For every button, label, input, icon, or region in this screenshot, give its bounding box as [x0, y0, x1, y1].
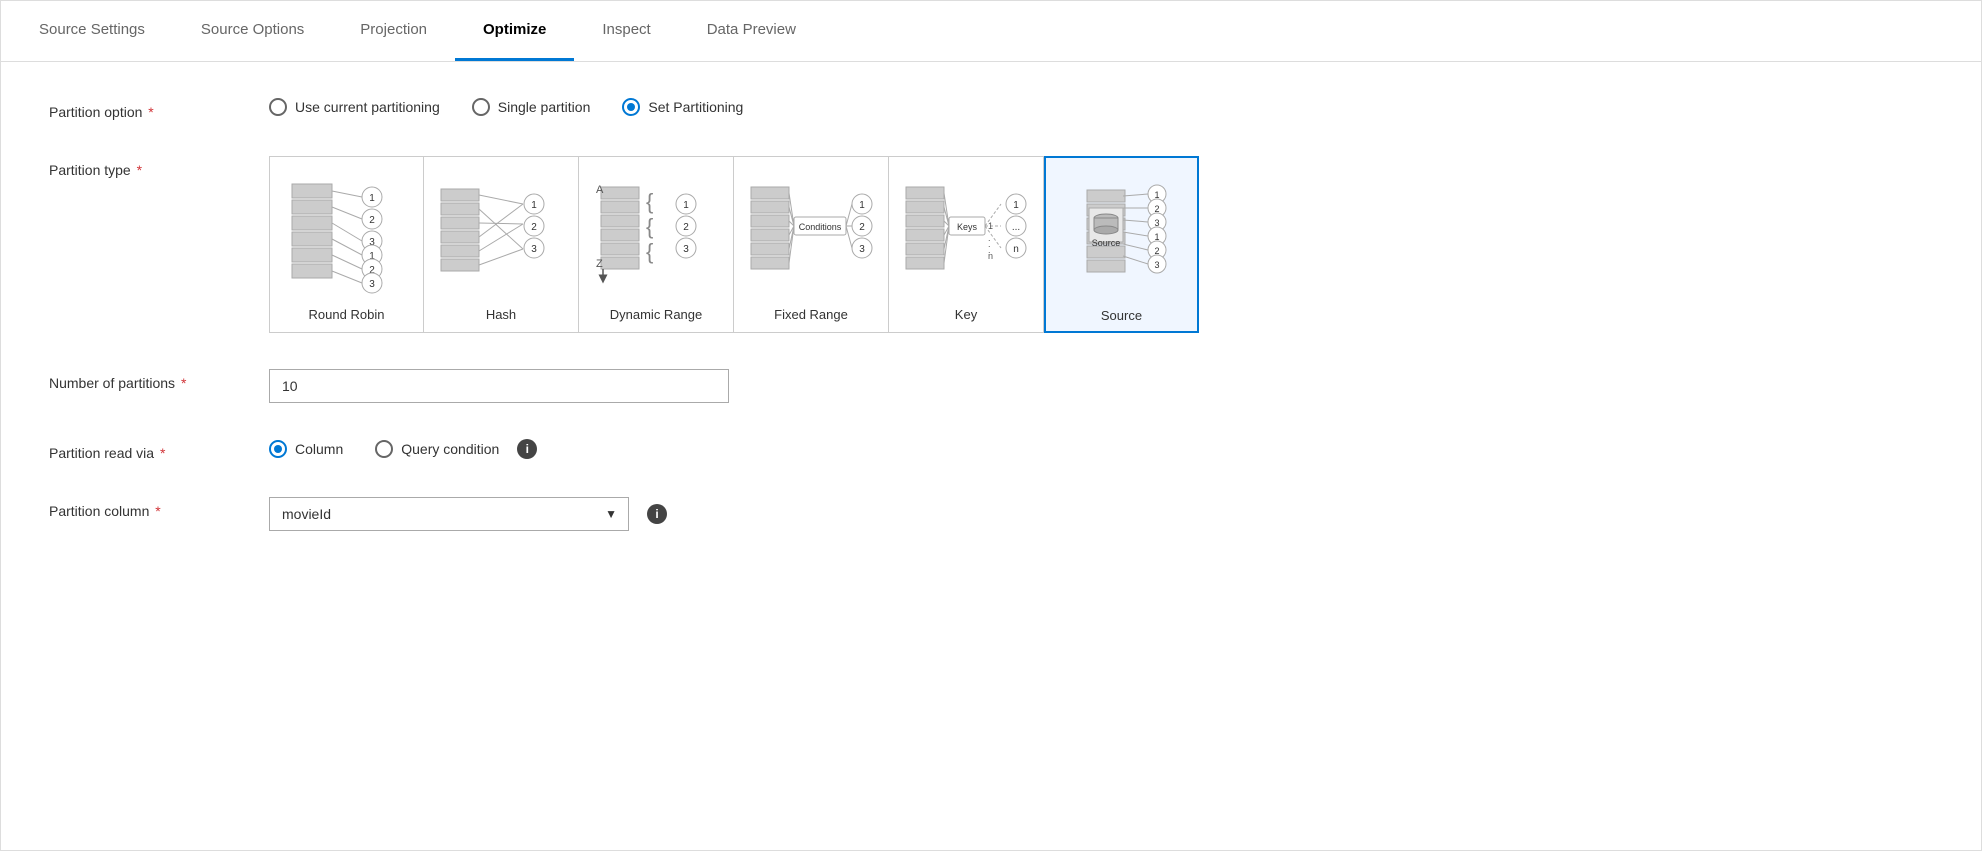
partition-column-info-icon[interactable]: i [647, 504, 667, 524]
hash-diagram: 1 2 3 [436, 169, 566, 299]
svg-text:{: { [646, 214, 653, 239]
key-diagram: Keys 1 . [901, 169, 1031, 299]
partition-type-group: 1 2 3 1 2 3 [269, 156, 1199, 333]
tab-projection[interactable]: Projection [332, 1, 455, 61]
svg-text:{: { [646, 189, 653, 214]
radio-query-condition[interactable] [375, 440, 393, 458]
partition-read-via-controls: Column Query condition i [269, 439, 537, 459]
partition-card-fixed-range[interactable]: Conditions 1 2 3 [734, 156, 889, 333]
tab-inspect[interactable]: Inspect [574, 1, 678, 61]
partition-option-use-current[interactable]: Use current partitioning [269, 98, 440, 116]
number-of-partitions-input[interactable] [269, 369, 729, 403]
svg-text:2: 2 [859, 222, 865, 233]
partition-type-row: Partition type * 1 [49, 156, 1933, 333]
radio-single[interactable] [472, 98, 490, 116]
main-container: Source Settings Source Options Projectio… [0, 0, 1982, 851]
radio-use-current[interactable] [269, 98, 287, 116]
partition-card-round-robin[interactable]: 1 2 3 1 2 3 [269, 156, 424, 333]
partition-column-controls: movieId ▼ i [269, 497, 667, 531]
partition-option-label: Partition option * [49, 98, 269, 120]
partition-read-via-info-icon[interactable]: i [517, 439, 537, 459]
svg-text:...: ... [1012, 222, 1020, 233]
fixed-range-diagram: Conditions 1 2 3 [746, 169, 876, 299]
svg-text:3: 3 [531, 244, 537, 255]
dynamic-range-diagram: A Z { { { 1 [591, 169, 721, 299]
tab-data-preview[interactable]: Data Preview [679, 1, 824, 61]
required-marker: * [144, 104, 153, 120]
svg-text:2: 2 [369, 215, 375, 226]
partition-read-via-row: Partition read via * Column Query condit… [49, 439, 1933, 461]
svg-text:n: n [988, 251, 993, 261]
svg-text:1: 1 [859, 200, 865, 211]
content-area: Partition option * Use current partition… [1, 62, 1981, 603]
partition-option-row: Partition option * Use current partition… [49, 98, 1933, 120]
partition-card-key[interactable]: Keys 1 . [889, 156, 1044, 333]
svg-text:3: 3 [369, 279, 375, 290]
svg-text:{: { [646, 239, 653, 264]
source-diagram: Source 1 2 3 1 2 3 [1057, 170, 1187, 300]
svg-text:2: 2 [683, 222, 689, 233]
svg-text:Keys: Keys [957, 222, 978, 232]
partition-card-source[interactable]: Source 1 2 3 1 2 3 [1044, 156, 1199, 333]
partition-column-select-wrapper: movieId ▼ [269, 497, 629, 531]
partition-type-label: Partition type * [49, 156, 269, 178]
tab-optimize[interactable]: Optimize [455, 1, 574, 61]
radio-column[interactable] [269, 440, 287, 458]
svg-text:3: 3 [1154, 260, 1159, 270]
svg-text:1: 1 [531, 200, 537, 211]
round-robin-diagram: 1 2 3 1 2 3 [282, 169, 412, 299]
number-of-partitions-row: Number of partitions * [49, 369, 1933, 403]
partition-read-via-group: Column Query condition [269, 440, 499, 458]
partition-card-hash[interactable]: 1 2 3 Hash [424, 156, 579, 333]
partition-read-via-label: Partition read via * [49, 439, 269, 461]
partition-column-row: Partition column * movieId ▼ i [49, 497, 1933, 531]
svg-text:Z: Z [596, 258, 603, 270]
partition-card-dynamic-range[interactable]: A Z { { { 1 [579, 156, 734, 333]
tab-source-settings[interactable]: Source Settings [11, 1, 173, 61]
svg-text:A: A [596, 184, 604, 196]
svg-text:3: 3 [683, 244, 689, 255]
svg-text:1: 1 [988, 221, 993, 231]
partition-option-group: Use current partitioning Single partitio… [269, 98, 743, 116]
tab-source-options[interactable]: Source Options [173, 1, 332, 61]
number-of-partitions-label: Number of partitions * [49, 369, 269, 391]
svg-text:1: 1 [1013, 200, 1019, 211]
partition-read-via-column[interactable]: Column [269, 440, 343, 458]
svg-text:3: 3 [859, 244, 865, 255]
svg-text:1: 1 [369, 193, 375, 204]
partition-option-set[interactable]: Set Partitioning [622, 98, 743, 116]
tab-bar: Source Settings Source Options Projectio… [1, 1, 1981, 62]
svg-text:n: n [1013, 244, 1019, 255]
partition-read-via-query[interactable]: Query condition [375, 440, 499, 458]
partition-column-label: Partition column * [49, 497, 269, 519]
partition-option-single[interactable]: Single partition [472, 98, 591, 116]
svg-text:Source: Source [1091, 238, 1120, 248]
radio-set[interactable] [622, 98, 640, 116]
svg-text:2: 2 [531, 222, 537, 233]
svg-text:Conditions: Conditions [799, 222, 842, 232]
svg-text:1: 1 [683, 200, 689, 211]
partition-column-select[interactable]: movieId [269, 497, 629, 531]
